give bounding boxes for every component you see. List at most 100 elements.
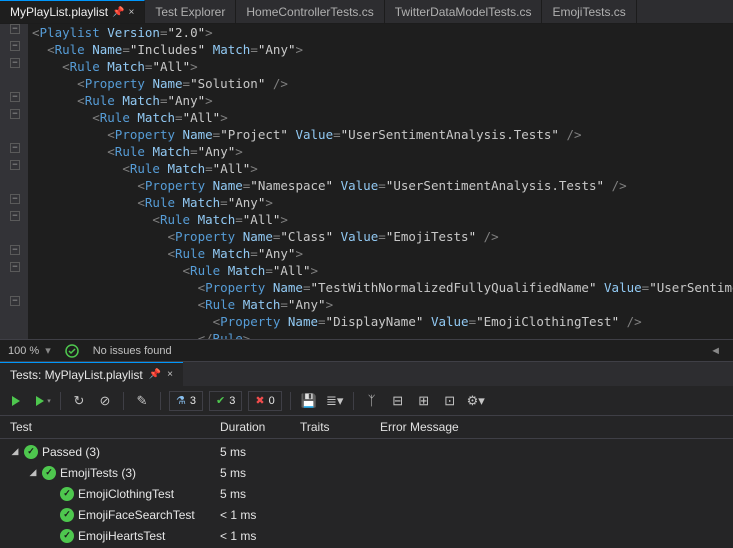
failed-tests-pill[interactable]: ✖ 0 — [248, 391, 281, 411]
test-row[interactable]: ✓EmojiHeartsTest< 1 ms — [0, 525, 733, 546]
code-line[interactable]: <Property Name="Namespace" Value="UserSe… — [0, 177, 733, 194]
fold-icon[interactable]: − — [10, 194, 20, 204]
group-by-button[interactable]: ⊟ — [388, 391, 408, 411]
code-line[interactable]: </Rule> — [0, 330, 733, 339]
pass-icon: ✔ — [216, 394, 225, 407]
fold-icon[interactable]: − — [10, 211, 20, 221]
tab-label: EmojiTests.cs — [552, 5, 625, 19]
code-line[interactable]: −<Playlist Version="2.0"> — [0, 24, 733, 41]
fold-icon[interactable]: − — [10, 245, 20, 255]
tab-emojitests[interactable]: EmojiTests.cs — [542, 0, 636, 23]
pin-icon[interactable]: 📌 — [149, 369, 161, 380]
edit-button[interactable]: ✎ — [132, 391, 152, 411]
fold-icon[interactable]: − — [10, 24, 20, 34]
code-line[interactable]: − <Rule Match="Any"> — [0, 194, 733, 211]
test-row[interactable]: ◢✓EmojiTests (3)5 ms — [0, 462, 733, 483]
tab-test-explorer[interactable]: Test Explorer — [145, 0, 236, 23]
code-line[interactable]: − <Rule Match="All"> — [0, 58, 733, 75]
repeat-button[interactable]: ↻ — [69, 391, 89, 411]
pass-icon: ✓ — [60, 508, 74, 522]
columns-button[interactable]: ⊞ — [414, 391, 434, 411]
code-line[interactable]: − <Rule Match="All"> — [0, 160, 733, 177]
code-line[interactable]: <Property Name="Project" Value="UserSent… — [0, 126, 733, 143]
test-duration: 5 ms — [220, 445, 300, 459]
run-button[interactable]: ▾ — [32, 391, 52, 411]
fold-icon[interactable]: − — [10, 109, 20, 119]
check-icon — [65, 344, 79, 358]
expander-icon[interactable]: ◢ — [28, 467, 38, 478]
test-label: EmojiTests (3) — [60, 466, 136, 480]
test-tab-label: Tests: MyPlayList.playlist — [10, 368, 143, 382]
cancel-button[interactable]: ⊘ — [95, 391, 115, 411]
code-line[interactable]: − <Rule Name="Includes" Match="Any"> — [0, 41, 733, 58]
fold-icon[interactable]: − — [10, 58, 20, 68]
test-duration: < 1 ms — [220, 508, 300, 522]
editor-status-bar: 100 % ▾ No issues found ◄ — [0, 339, 733, 361]
code-line[interactable]: <Property Name="TestWithNormalizedFullyQ… — [0, 279, 733, 296]
fold-icon[interactable]: − — [10, 41, 20, 51]
tab-myplaylist[interactable]: MyPlayList.playlist 📌 × — [0, 0, 145, 23]
column-header-duration[interactable]: Duration — [220, 420, 300, 434]
filter-button[interactable]: ᛉ — [362, 391, 382, 411]
close-icon[interactable]: × — [128, 7, 134, 18]
test-label: EmojiClothingTest — [78, 487, 174, 501]
column-header-error[interactable]: Error Message — [380, 420, 733, 434]
tab-label: MyPlayList.playlist — [10, 5, 108, 19]
document-tabs: MyPlayList.playlist 📌 × Test Explorer Ho… — [0, 0, 733, 24]
zoom-level[interactable]: 100 % — [8, 345, 39, 357]
test-label: Passed (3) — [42, 445, 100, 459]
tab-label: Test Explorer — [155, 5, 225, 19]
passed-tests-pill[interactable]: ✔ 3 — [209, 391, 242, 411]
code-line[interactable]: − <Rule Match="All"> — [0, 211, 733, 228]
settings-button[interactable]: ⚙▾ — [466, 391, 486, 411]
pass-icon: ✓ — [60, 529, 74, 543]
test-explorer-panel: Tests: MyPlayList.playlist 📌 × ▾ ↻ ⊘ ✎ ⚗… — [0, 361, 733, 548]
tab-twitterdata[interactable]: TwitterDataModelTests.cs — [385, 0, 543, 23]
fold-icon[interactable]: − — [10, 262, 20, 272]
failed-count: 0 — [269, 395, 275, 407]
issues-label: No issues found — [93, 345, 172, 357]
code-line[interactable]: <Property Name="Class" Value="EmojiTests… — [0, 228, 733, 245]
code-line[interactable]: <Property Name="Solution" /> — [0, 75, 733, 92]
total-tests-pill[interactable]: ⚗ 3 — [169, 391, 203, 411]
expand-button[interactable]: ⊡ — [440, 391, 460, 411]
total-count: 3 — [190, 395, 196, 407]
save-button[interactable]: 💾 — [299, 391, 319, 411]
test-row[interactable]: ✓EmojiClothingTest5 ms — [0, 483, 733, 504]
playlist-button[interactable]: ≣▾ — [325, 391, 345, 411]
test-row[interactable]: ◢ ✓ Passed (3) 5 ms — [0, 441, 733, 462]
test-grid-header: Test Duration Traits Error Message — [0, 416, 733, 439]
fold-icon[interactable]: − — [10, 160, 20, 170]
tab-label: HomeControllerTests.cs — [246, 5, 373, 19]
test-toolbar: ▾ ↻ ⊘ ✎ ⚗ 3 ✔ 3 ✖ 0 💾 ≣▾ ᛉ ⊟ ⊞ ⊡ ⚙▾ — [0, 386, 733, 416]
pin-icon[interactable]: 📌 — [112, 7, 124, 18]
code-line[interactable]: − <Rule Match="Any"> — [0, 296, 733, 313]
passed-count: 3 — [229, 395, 235, 407]
pass-icon: ✓ — [42, 466, 56, 480]
test-label: EmojiFaceSearchTest — [78, 508, 195, 522]
fold-icon[interactable]: − — [10, 92, 20, 102]
code-line[interactable]: − <Rule Match="Any"> — [0, 92, 733, 109]
scroll-left-icon[interactable]: ◄ — [706, 345, 725, 357]
code-editor[interactable]: −<Playlist Version="2.0">− <Rule Name="I… — [0, 24, 733, 339]
tab-label: TwitterDataModelTests.cs — [395, 5, 532, 19]
tab-homecontroller[interactable]: HomeControllerTests.cs — [236, 0, 384, 23]
close-icon[interactable]: × — [167, 369, 173, 380]
code-line[interactable]: − <Rule Match="Any"> — [0, 245, 733, 262]
code-line[interactable]: <Property Name="DisplayName" Value="Emoj… — [0, 313, 733, 330]
expander-icon[interactable]: ◢ — [10, 446, 20, 457]
fold-icon[interactable]: − — [10, 143, 20, 153]
code-line[interactable]: − <Rule Match="All"> — [0, 109, 733, 126]
test-duration: < 1 ms — [220, 529, 300, 543]
column-header-traits[interactable]: Traits — [300, 420, 380, 434]
pass-icon: ✓ — [24, 445, 38, 459]
fold-icon[interactable]: − — [10, 296, 20, 306]
column-header-test[interactable]: Test — [0, 420, 220, 434]
test-row[interactable]: ✓ EmojiFaceSearchTest < 1 ms — [0, 504, 733, 525]
code-line[interactable]: − <Rule Match="All"> — [0, 262, 733, 279]
run-all-button[interactable] — [6, 391, 26, 411]
dropdown-icon[interactable]: ▾ — [45, 344, 51, 357]
test-panel-tab[interactable]: Tests: MyPlayList.playlist 📌 × — [0, 362, 183, 386]
code-line[interactable]: − <Rule Match="Any"> — [0, 143, 733, 160]
test-rows: ◢✓Passed (3)5 ms◢✓EmojiTests (3)5 ms✓Emo… — [0, 439, 733, 548]
